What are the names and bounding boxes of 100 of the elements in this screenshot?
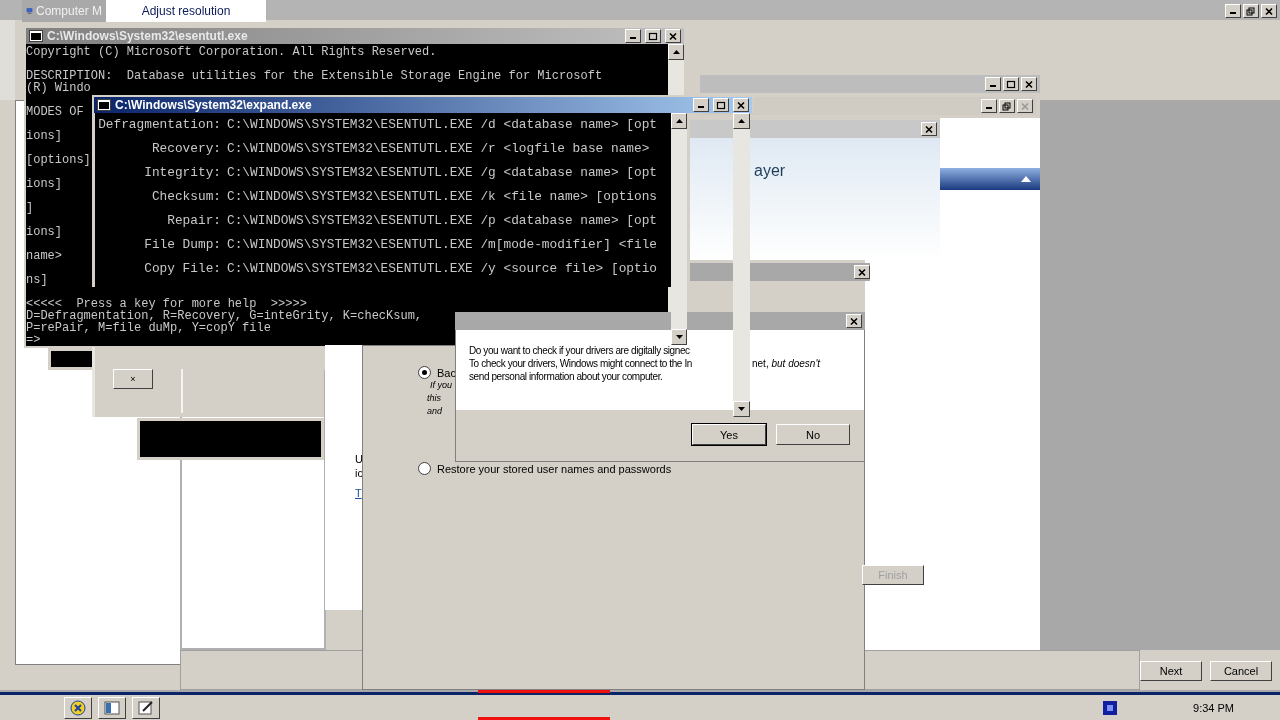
maximize-icon bbox=[648, 31, 658, 41]
dialog-button[interactable]: Yes bbox=[692, 424, 766, 445]
tray-icon bbox=[1103, 700, 1118, 715]
up-arrow-icon bbox=[738, 119, 745, 123]
close-icon bbox=[857, 267, 867, 277]
scroll-bar[interactable] bbox=[671, 113, 687, 345]
maximize-icon bbox=[1006, 79, 1016, 89]
description-text: U bbox=[355, 452, 362, 466]
computer-icon bbox=[26, 5, 33, 17]
restore-icon bbox=[1002, 101, 1012, 111]
close-icon bbox=[668, 31, 678, 41]
minimize-icon bbox=[990, 85, 996, 87]
minimize-icon bbox=[986, 107, 992, 109]
close-icon bbox=[1264, 6, 1274, 16]
minimize-button[interactable] bbox=[985, 77, 1001, 91]
console-line: D=Defragmentation, R=Recovery, G=inteGrity, K=checKsum, bbox=[26, 310, 423, 322]
console-line: => bbox=[26, 334, 41, 346]
pencil-icon bbox=[138, 699, 154, 716]
taskbar-button[interactable] bbox=[132, 696, 160, 719]
description-text: ic bbox=[355, 466, 362, 480]
dialog-heading: ayer bbox=[754, 162, 786, 179]
console-line: ] bbox=[26, 202, 34, 214]
clock: 9:34 PM bbox=[1193, 701, 1234, 714]
minimize-button[interactable] bbox=[1225, 4, 1241, 18]
console-command: C:\WINDOWS\SYSTEM32\ESENTUTL.EXE /m[mode-modifier] <file bbox=[227, 239, 658, 251]
close-button[interactable] bbox=[921, 122, 937, 136]
console-line: ions] bbox=[26, 130, 62, 142]
window-title: C:\Windows\System32\expand.exe bbox=[115, 98, 313, 112]
console-line: MODES OF bbox=[26, 106, 84, 118]
close-button[interactable] bbox=[846, 314, 862, 328]
console-command: C:\WINDOWS\SYSTEM32\ESENTUTL.EXE /d <database name> [opt bbox=[227, 119, 658, 131]
minimize-button[interactable] bbox=[625, 29, 641, 43]
scroll-bar[interactable] bbox=[0, 20, 15, 100]
minimize-icon bbox=[1230, 12, 1236, 14]
wizard-button[interactable]: Next bbox=[1140, 661, 1202, 681]
message-text: Do you want to check if your drivers are digitally signec bbox=[469, 344, 690, 357]
minimize-button[interactable] bbox=[981, 99, 997, 113]
console-line: P=rePair, M=file duMp, Y=copY file bbox=[26, 322, 271, 334]
window-title: C:\Windows\System32\esentutl.exe bbox=[47, 29, 249, 43]
console-label: File Dump: bbox=[143, 239, 221, 251]
console-label: Checksum: bbox=[150, 191, 221, 203]
console-command: C:\WINDOWS\SYSTEM32\ESENTUTL.EXE /g <database name> [opt bbox=[227, 167, 658, 179]
console-command: C:\WINDOWS\SYSTEM32\ESENTUTL.EXE /r <logfile base name> bbox=[227, 143, 650, 155]
console-line: <<<<< Press a key for more help >>>>> bbox=[26, 298, 307, 310]
collapse-icon bbox=[1021, 176, 1031, 182]
option-label: Restore your stored user names and passwords bbox=[437, 462, 672, 475]
window-icon bbox=[104, 700, 120, 715]
message-text: send personal information about your computer. bbox=[469, 370, 663, 383]
radio-button[interactable] bbox=[418, 366, 431, 379]
dialog-button[interactable]: No bbox=[776, 424, 850, 445]
console-icon bbox=[29, 30, 43, 42]
close-icon bbox=[1024, 79, 1034, 89]
minimize-button[interactable] bbox=[693, 98, 709, 112]
close-button[interactable] bbox=[1261, 4, 1277, 18]
option-note: If you bbox=[430, 379, 452, 392]
radio-button[interactable] bbox=[418, 462, 431, 475]
close-button[interactable] bbox=[733, 98, 749, 112]
close-icon bbox=[736, 100, 746, 110]
close-icon bbox=[849, 316, 859, 326]
console-command: C:\WINDOWS\SYSTEM32\ESENTUTL.EXE /p <database name> [opt bbox=[227, 215, 658, 227]
maximize-icon bbox=[716, 100, 726, 110]
console-label: Recovery: bbox=[150, 143, 221, 155]
option-note: and bbox=[427, 405, 443, 418]
wizard-button[interactable]: Cancel bbox=[1210, 661, 1272, 681]
console-label: Copy File: bbox=[143, 263, 221, 275]
console-line: ions] bbox=[26, 226, 62, 238]
tab[interactable]: Adjust resolution bbox=[106, 0, 266, 22]
console-command: C:\WINDOWS\SYSTEM32\ESENTUTL.EXE /y <source file> [optio bbox=[227, 263, 658, 275]
taskbar-button[interactable] bbox=[98, 696, 126, 719]
console-label: Repair: bbox=[166, 215, 221, 227]
message-text: To check your drivers, Windows might connect to the In bbox=[469, 357, 693, 370]
restore-icon bbox=[1246, 6, 1256, 16]
up-arrow-icon bbox=[675, 119, 683, 123]
option-label: Bac bbox=[437, 366, 456, 379]
scroll-bar[interactable] bbox=[733, 113, 750, 417]
option-note: this bbox=[427, 392, 441, 405]
console-line: ions] bbox=[26, 178, 62, 190]
restore-button[interactable] bbox=[999, 99, 1015, 113]
close-circle-icon bbox=[70, 699, 86, 716]
maximize-button[interactable] bbox=[713, 98, 729, 112]
console-line: name> bbox=[26, 250, 62, 262]
taskbar-button[interactable] bbox=[64, 696, 92, 719]
minimize-icon bbox=[698, 106, 704, 108]
close-button[interactable] bbox=[1021, 77, 1037, 91]
message-text: net, but doesn't bbox=[752, 357, 821, 370]
restore-button[interactable] bbox=[1243, 4, 1259, 18]
console-icon bbox=[97, 99, 111, 111]
console-line: ns] bbox=[26, 274, 48, 286]
console-line: [options] bbox=[26, 154, 91, 166]
maximize-button[interactable] bbox=[645, 29, 661, 43]
close-button[interactable] bbox=[665, 29, 681, 43]
close-button[interactable] bbox=[1017, 99, 1033, 113]
console-line: Copyright (C) Microsoft Corporation. All Rights Reserved. bbox=[26, 46, 437, 58]
console-line: (R) Windo bbox=[26, 82, 91, 94]
close-button[interactable]: × bbox=[113, 369, 153, 389]
close-button[interactable] bbox=[854, 265, 870, 279]
up-arrow-icon bbox=[672, 50, 680, 54]
minimize-icon bbox=[630, 37, 636, 39]
maximize-button[interactable] bbox=[1003, 77, 1019, 91]
help-link[interactable]: T bbox=[355, 487, 362, 499]
